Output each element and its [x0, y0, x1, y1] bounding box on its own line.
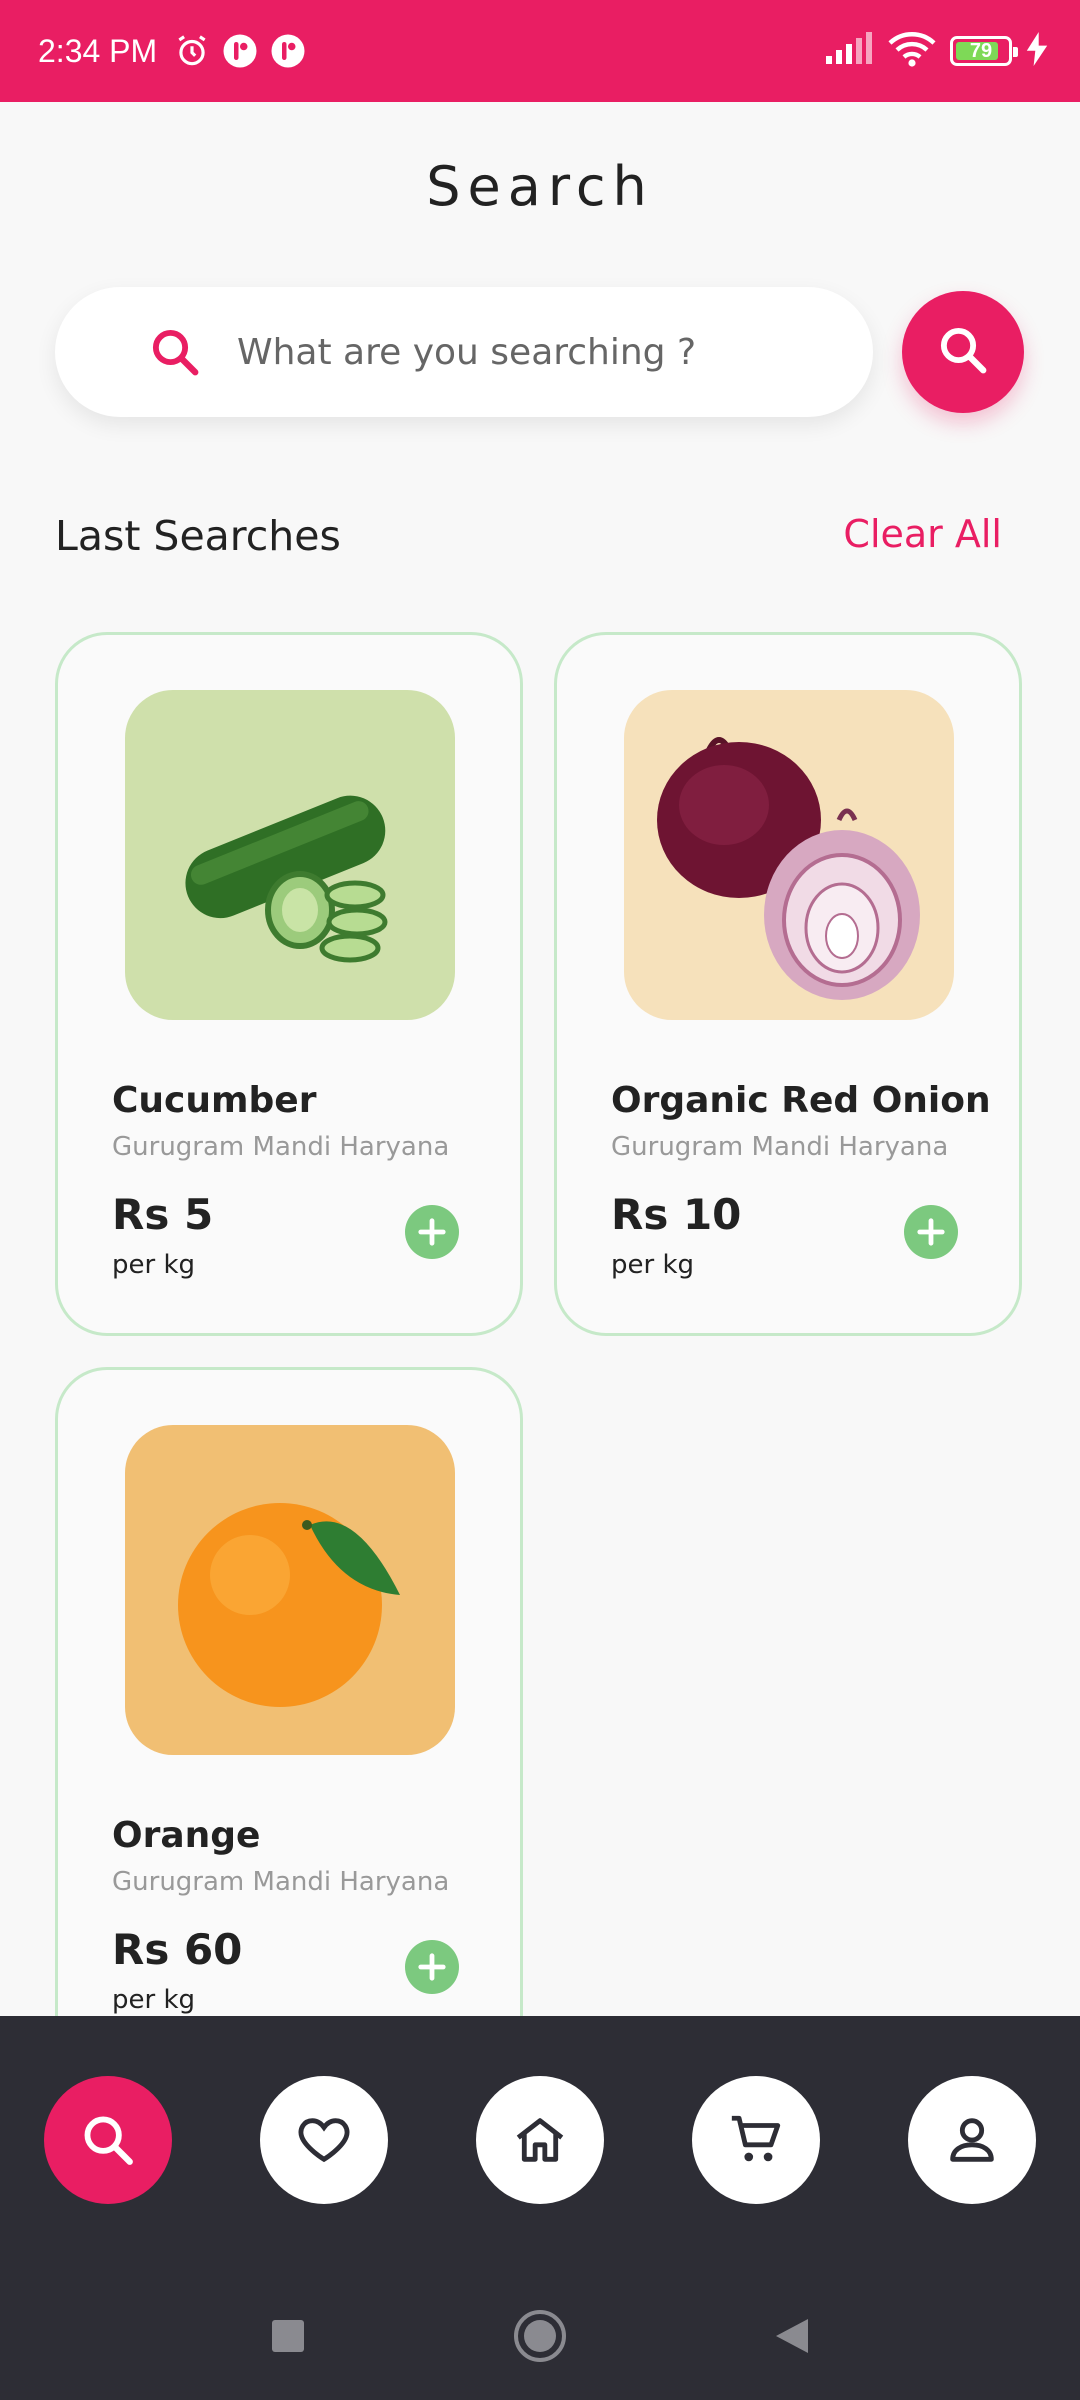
wifi-icon — [888, 31, 936, 71]
product-name: Cucumber — [112, 1080, 317, 1121]
product-name: Organic Red Onion — [611, 1080, 991, 1121]
product-card[interactable]: Organic Red Onion Gurugram Mandi Haryana… — [554, 632, 1022, 1336]
search-input[interactable] — [235, 330, 799, 374]
page-title: Search — [426, 155, 654, 218]
product-unit: per kg — [611, 1250, 695, 1280]
search-button[interactable] — [902, 291, 1024, 413]
red-onion-image — [624, 690, 954, 1020]
product-thumbnail — [125, 690, 455, 1020]
app-notification-icon — [221, 32, 259, 70]
search-icon — [145, 322, 205, 382]
search-bar[interactable] — [55, 287, 873, 417]
bottom-navigation — [0, 2016, 1080, 2400]
product-location: Gurugram Mandi Haryana — [112, 1867, 450, 1897]
product-price: Rs 5 — [112, 1190, 214, 1239]
plus-icon — [418, 1218, 446, 1246]
product-price: Rs 60 — [112, 1925, 243, 1974]
home-icon — [516, 2118, 564, 2162]
plus-icon — [917, 1218, 945, 1246]
back-icon — [776, 2319, 808, 2353]
profile-icon — [950, 2118, 994, 2162]
system-navigation-bar — [0, 2306, 1080, 2366]
cucumber-image — [125, 690, 455, 1020]
status-time: 2:34 PM — [38, 32, 158, 69]
product-card[interactable]: Orange Gurugram Mandi Haryana Rs 60 per … — [55, 1367, 523, 2071]
nav-cart-button[interactable] — [692, 2076, 820, 2204]
add-to-cart-button[interactable] — [405, 1940, 459, 1994]
search-icon — [84, 2116, 133, 2165]
orange-image — [125, 1425, 455, 1755]
plus-icon — [418, 1953, 446, 1981]
add-to-cart-button[interactable] — [904, 1205, 958, 1259]
product-price: Rs 10 — [611, 1190, 742, 1239]
add-to-cart-button[interactable] — [405, 1205, 459, 1259]
cart-icon — [731, 2115, 781, 2162]
app-notification-icon — [269, 32, 307, 70]
product-location: Gurugram Mandi Haryana — [611, 1132, 949, 1162]
product-name: Orange — [112, 1815, 261, 1856]
product-thumbnail — [125, 1425, 455, 1755]
search-icon — [936, 323, 990, 381]
recents-icon — [272, 2320, 304, 2352]
back-button[interactable] — [762, 2306, 822, 2366]
product-unit: per kg — [112, 1250, 196, 1280]
nav-search-button[interactable] — [44, 2076, 172, 2204]
product-card[interactable]: Cucumber Gurugram Mandi Haryana Rs 5 per… — [55, 632, 523, 1336]
signal-icon — [824, 32, 874, 70]
product-thumbnail — [624, 690, 954, 1020]
status-bar: 2:34 PM 79 — [0, 0, 1080, 102]
alarm-icon — [173, 32, 211, 70]
product-unit: per kg — [112, 1985, 196, 2015]
last-searches-title: Last Searches — [55, 512, 341, 560]
product-location: Gurugram Mandi Haryana — [112, 1132, 450, 1162]
nav-home-button[interactable] — [476, 2076, 604, 2204]
home-circle-icon — [514, 2310, 566, 2362]
heart-icon — [298, 2118, 350, 2163]
clear-all-button[interactable]: Clear All — [843, 512, 1002, 556]
battery-icon: 79 — [950, 36, 1018, 66]
battery-level: 79 — [969, 39, 993, 62]
charging-icon — [1026, 32, 1048, 70]
nav-favorites-button[interactable] — [260, 2076, 388, 2204]
system-home-button[interactable] — [510, 2306, 570, 2366]
nav-profile-button[interactable] — [908, 2076, 1036, 2204]
recents-button[interactable] — [258, 2306, 318, 2366]
